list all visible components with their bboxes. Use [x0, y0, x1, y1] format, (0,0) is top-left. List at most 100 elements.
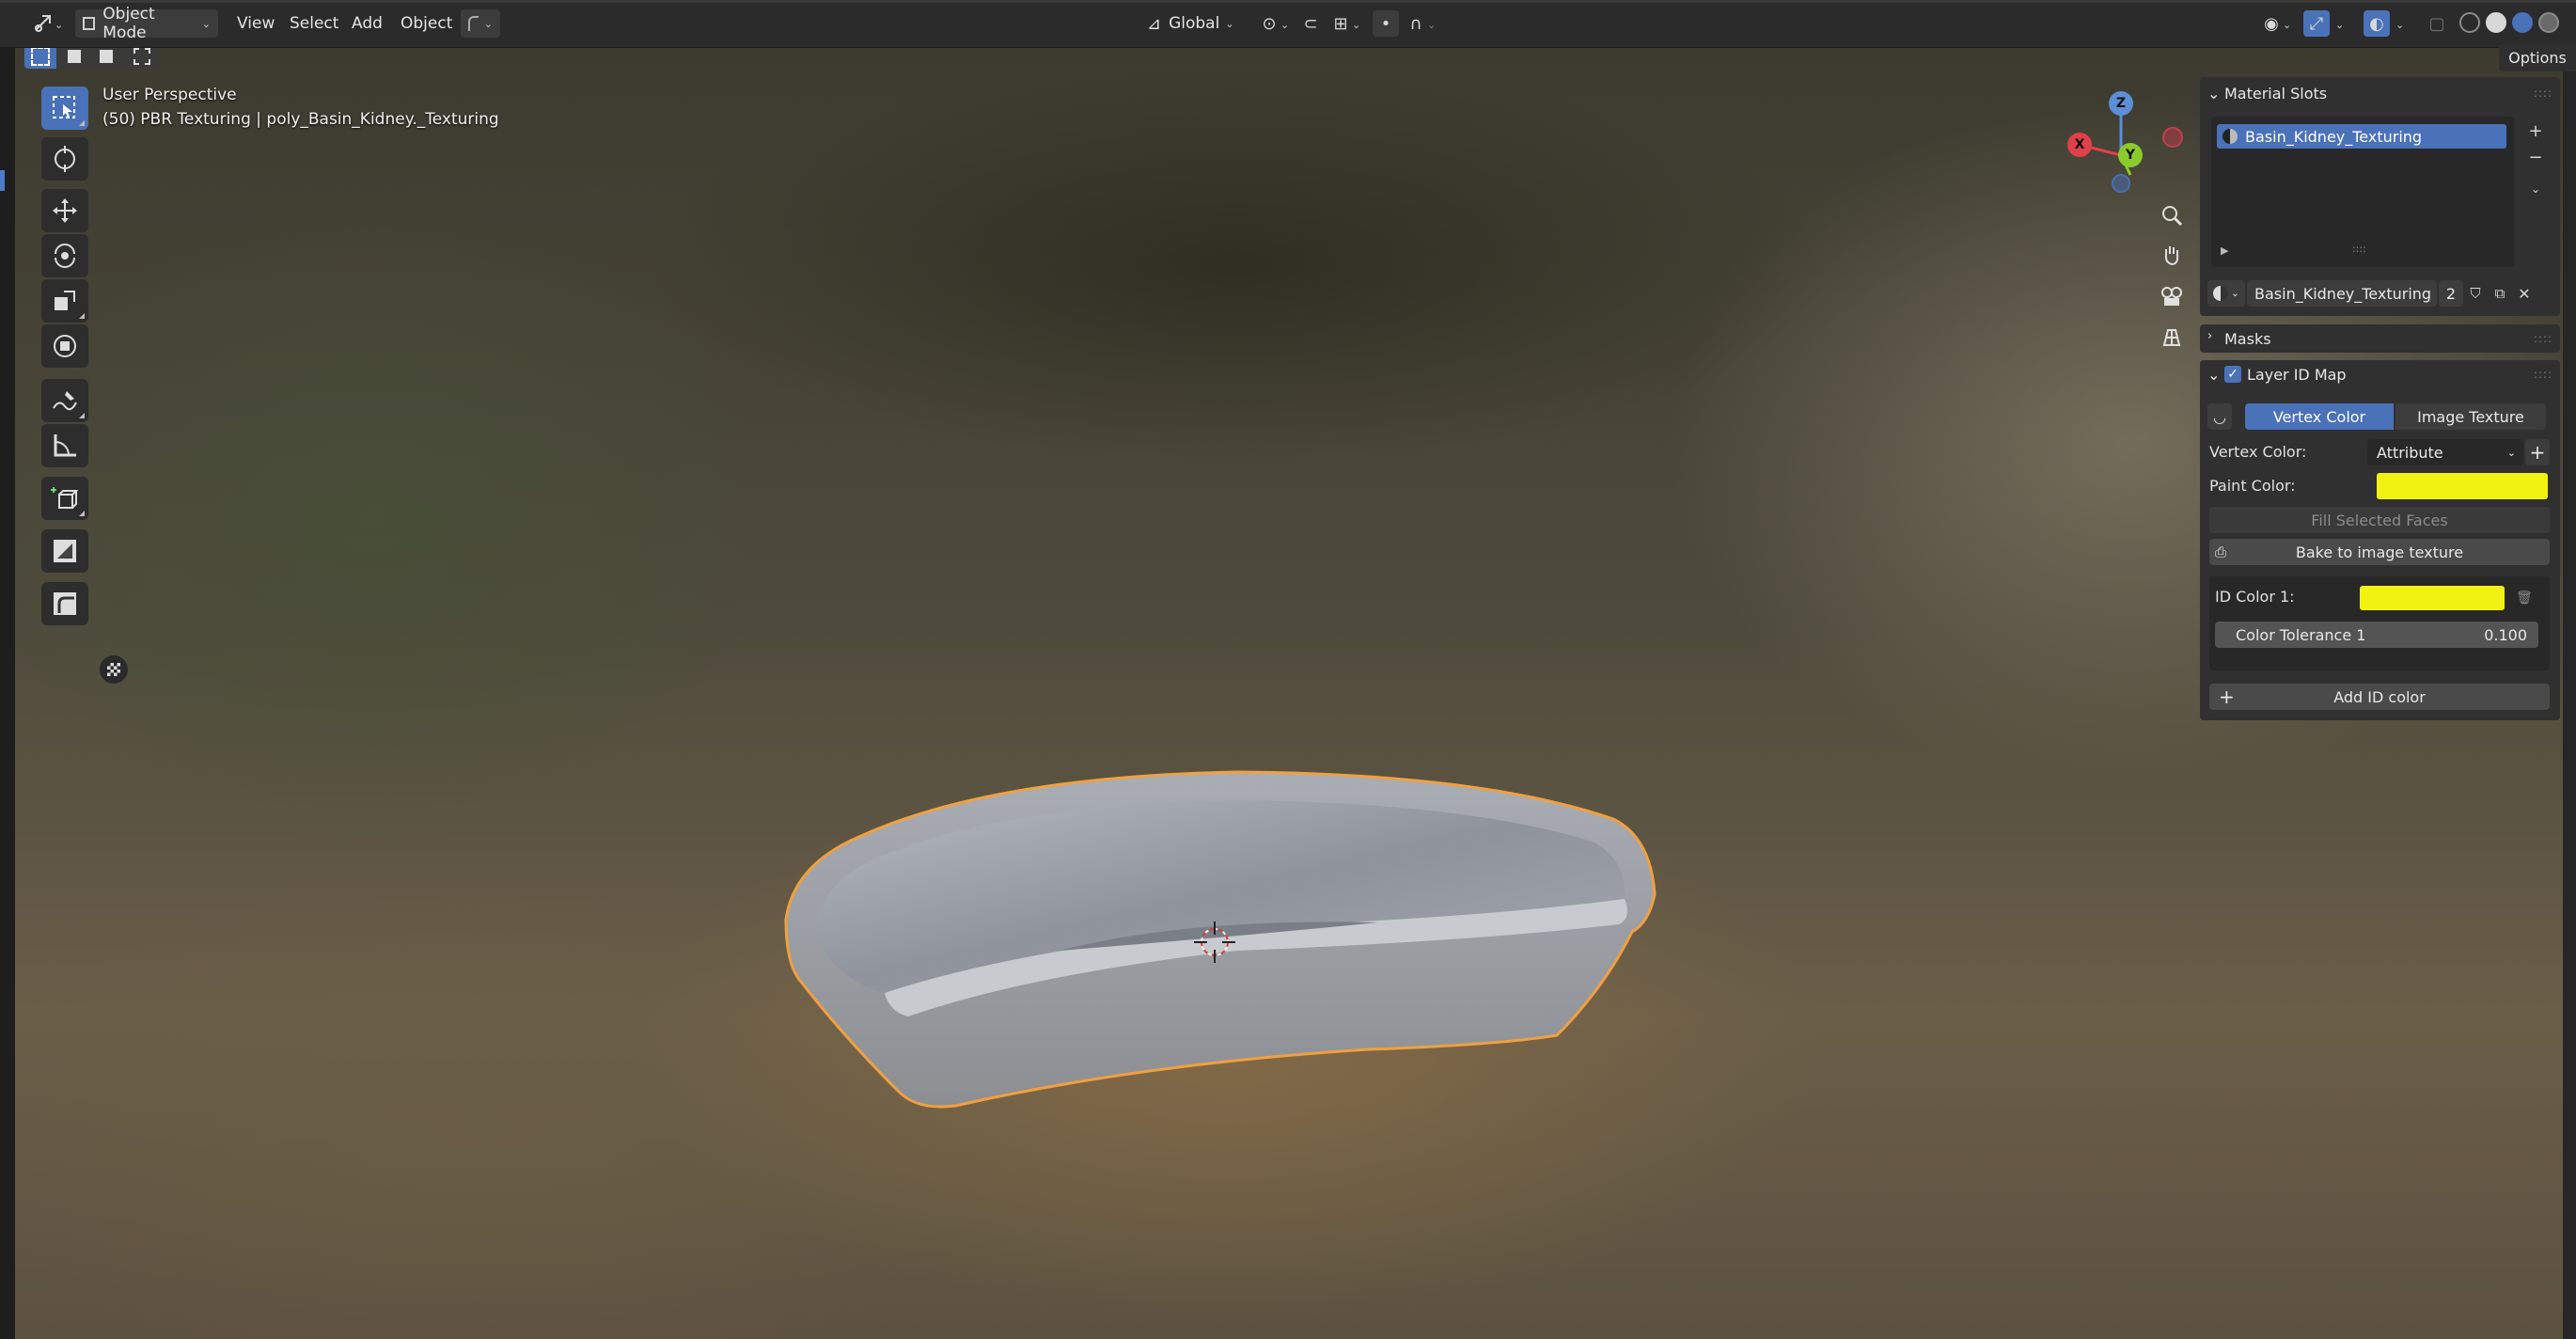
tab-image-texture[interactable]: Image Texture: [2395, 403, 2546, 430]
chevron-down-icon[interactable]: ⌄: [1427, 19, 1436, 31]
options-button[interactable]: Options: [2499, 43, 2576, 71]
tab-vertex-color[interactable]: Vertex Color: [2245, 403, 2394, 430]
paint-color-swatch[interactable]: [2377, 473, 2548, 499]
add-attribute-icon[interactable]: +: [2525, 439, 2550, 465]
gizmo-neg-z-axis[interactable]: [2112, 174, 2130, 193]
mode-selector[interactable]: Object Mode ⌄: [75, 5, 218, 42]
material-slot-list[interactable]: Basin_Kidney_Texturing ▶ ::::: [2211, 117, 2514, 267]
add-cube-tool[interactable]: [41, 477, 88, 520]
select-box-tool[interactable]: [41, 87, 88, 130]
curve-icon: [468, 16, 479, 31]
checker-icon[interactable]: [100, 655, 128, 684]
gizmo-x-axis[interactable]: X: [2067, 133, 2092, 157]
rotate-tool[interactable]: [41, 234, 88, 277]
cursor-tool[interactable]: [41, 137, 88, 181]
slot-menu-icon[interactable]: ⌄: [2525, 179, 2546, 199]
browse-material-button[interactable]: ⌄: [2207, 280, 2245, 307]
unlink-material-icon[interactable]: ✕: [2514, 283, 2535, 304]
transform-orientation[interactable]: ⊿ Global ⌄: [1139, 9, 1242, 38]
snap-icon[interactable]: ⊂: [1297, 10, 1324, 37]
select-subtract-icon[interactable]: [92, 48, 124, 69]
visibility-icon[interactable]: ◉: [2258, 10, 2285, 37]
rendered-shading-icon[interactable]: [2538, 12, 2559, 33]
mode-label: Object Mode: [102, 5, 155, 42]
overlays-icon[interactable]: ◐: [2364, 10, 2390, 37]
annotate-tool[interactable]: [41, 379, 88, 422]
select-intersect-icon[interactable]: [126, 48, 158, 69]
drag-grip-icon[interactable]: ::::: [2534, 368, 2552, 381]
scale-tool[interactable]: [41, 279, 88, 323]
duplicate-material-icon[interactable]: ⧉: [2490, 283, 2510, 304]
menu-view[interactable]: View: [229, 9, 282, 38]
material-slot-item[interactable]: Basin_Kidney_Texturing: [2217, 124, 2506, 149]
list-resize-grip-icon[interactable]: ::::: [2352, 243, 2366, 255]
object-info-label: (50) PBR Texturing | poly_Basin_Kidney._…: [102, 110, 499, 129]
remove-slot-icon[interactable]: −: [2525, 147, 2546, 167]
add-id-color-button[interactable]: + Add ID color: [2209, 684, 2550, 710]
menu-add[interactable]: Add: [344, 9, 390, 38]
material-user-count[interactable]: 2: [2439, 280, 2463, 307]
color-tolerance-slider[interactable]: Color Tolerance 1 0.100: [2215, 622, 2538, 648]
collapsed-arrow-icon[interactable]: ›: [2207, 329, 2212, 343]
select-new-icon[interactable]: [24, 48, 56, 69]
snap-target-icon[interactable]: ⊞: [1327, 10, 1354, 37]
fill-selected-faces-button[interactable]: Fill Selected Faces: [2209, 507, 2550, 533]
collapse-arrow-icon[interactable]: ⌄: [2207, 366, 2220, 384]
proportional-edit-icon[interactable]: •: [1373, 10, 1399, 37]
material-shading-icon[interactable]: [2512, 12, 2533, 33]
collapse-arrow-icon[interactable]: ⌄: [2207, 85, 2220, 102]
layer-id-enable-checkbox[interactable]: ✓: [2224, 366, 2241, 383]
gizmo-neg-x-axis[interactable]: [2162, 127, 2183, 148]
expand-triangle-icon[interactable]: ▶: [2221, 244, 2228, 257]
pan-hand-icon[interactable]: [2155, 238, 2189, 272]
curve-tool[interactable]: [41, 582, 88, 625]
chevron-down-icon[interactable]: ⌄: [2395, 19, 2404, 31]
bake-to-image-texture-button[interactable]: ⎙ Bake to image texture: [2209, 539, 2550, 565]
move-tool[interactable]: [41, 189, 88, 232]
material-name-field[interactable]: Basin_Kidney_Texturing: [2247, 280, 2437, 307]
gizmo-toggle-icon[interactable]: ⤢: [2303, 10, 2330, 37]
wireframe-shading-icon[interactable]: [2459, 12, 2480, 33]
tool-options-corner: [79, 511, 85, 516]
chevron-down-icon[interactable]: ⌄: [2335, 19, 2344, 31]
top-tabs-strip: [0, 0, 2576, 3]
add-slot-icon[interactable]: +: [2525, 120, 2546, 141]
measure-tool[interactable]: [41, 424, 88, 467]
editor-type-icon[interactable]: [30, 10, 56, 37]
fake-user-shield-icon[interactable]: ⛉: [2465, 283, 2486, 304]
transform-tool[interactable]: [41, 324, 88, 368]
gizmo-y-axis[interactable]: Y: [2118, 143, 2143, 167]
drag-grip-icon[interactable]: ::::: [2534, 87, 2552, 100]
3d-viewport[interactable]: User Perspective (50) PBR Texturing | po…: [15, 48, 2576, 1339]
gizmo-z-axis[interactable]: Z: [2109, 91, 2133, 116]
chevron-down-icon[interactable]: ⌄: [1352, 19, 1360, 31]
chevron-down-icon[interactable]: ⌄: [2283, 19, 2291, 31]
chevron-down-icon[interactable]: ⌄: [55, 19, 63, 31]
axis-icon: ⊿: [1147, 13, 1162, 34]
id-color-swatch[interactable]: [2360, 586, 2505, 610]
menu-select[interactable]: Select: [282, 9, 346, 38]
zoom-icon[interactable]: [2155, 198, 2189, 232]
select-extend-icon[interactable]: [58, 48, 90, 69]
basin-mesh[interactable]: [784, 770, 1657, 1109]
masks-panel[interactable]: › Masks ::::: [2200, 324, 2560, 353]
gpencil-dropdown[interactable]: ⌄: [461, 9, 500, 38]
xray-icon[interactable]: ▢: [2424, 10, 2450, 37]
texture-tool[interactable]: [41, 529, 88, 573]
chevron-down-icon[interactable]: ⌄: [1280, 19, 1289, 31]
pivot-point-icon[interactable]: ⊙: [1256, 10, 1282, 37]
menu-object[interactable]: Object: [393, 9, 460, 38]
camera-view-icon[interactable]: [2155, 279, 2189, 313]
delete-id-color-icon[interactable]: 🗑: [2514, 588, 2535, 608]
vertex-color-attribute-dropdown[interactable]: Attribute ⌄: [2367, 439, 2523, 465]
chevron-down-icon: ⌄: [483, 17, 493, 30]
bake-label: Bake to image texture: [2295, 543, 2464, 561]
chevron-down-icon: ⌄: [201, 17, 211, 30]
falloff-icon[interactable]: ∩: [1403, 10, 1429, 37]
drag-grip-icon[interactable]: ::::: [2534, 332, 2552, 345]
mode-menu-icon[interactable]: ◡: [2207, 403, 2232, 430]
selection-mode-group[interactable]: [24, 48, 165, 72]
solid-shading-icon[interactable]: [2486, 12, 2506, 33]
move-icon: [53, 198, 77, 223]
ortho-grid-icon[interactable]: [2155, 321, 2189, 354]
